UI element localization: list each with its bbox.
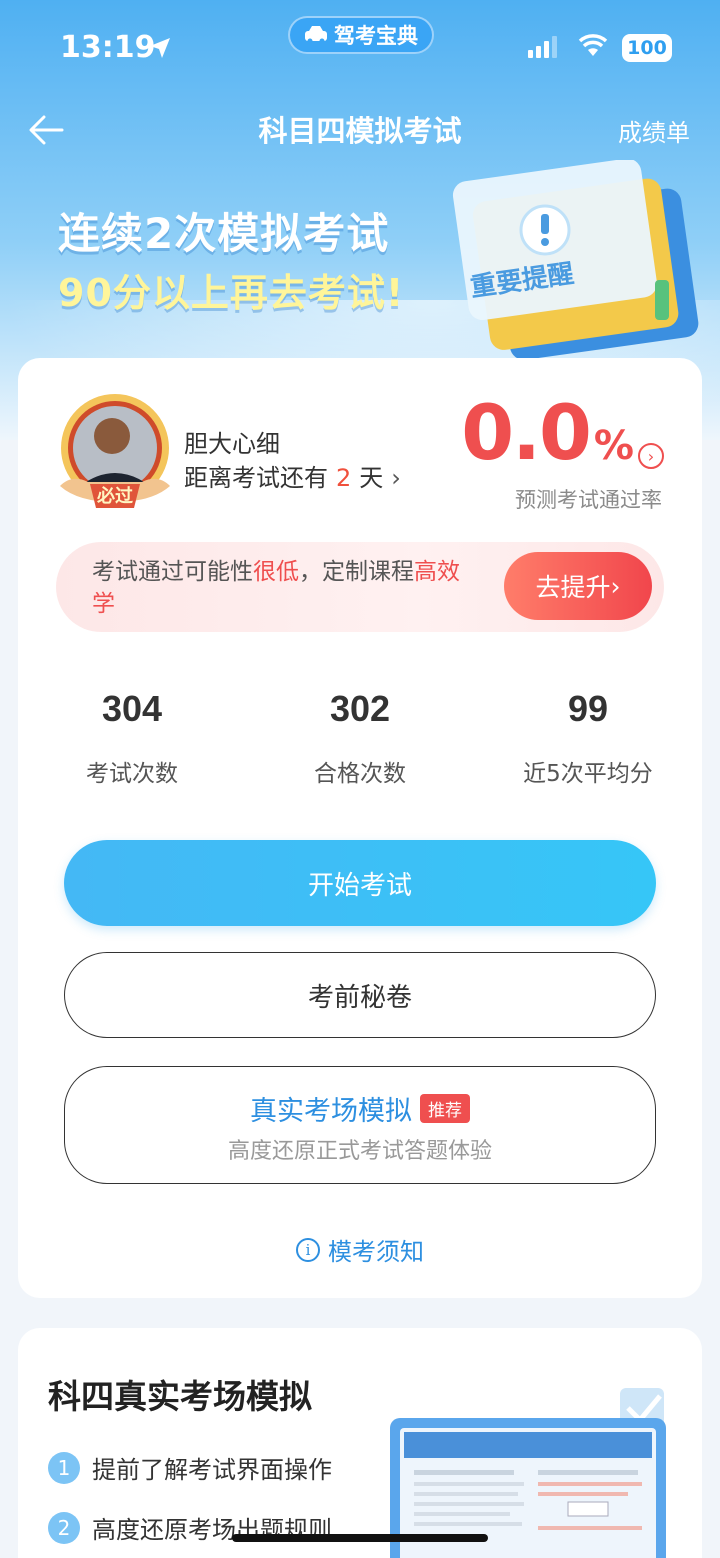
home-indicator — [232, 1534, 488, 1542]
status-bar: 13:19 驾考宝典 100 — [0, 0, 720, 90]
countdown-suffix: 天 — [359, 464, 384, 492]
user-name: 胆大心细 — [184, 430, 280, 458]
stat-item: 99 近5次平均分 — [474, 688, 702, 788]
real-exam-subtitle: 高度还原正式考试答题体验 — [227, 1139, 492, 1164]
real-exam-section[interactable]: 科四真实考场模拟 1 提前了解考试界面操作 2 高度还原考场出题规则 — [18, 1328, 702, 1558]
signal-icon — [528, 36, 557, 58]
real-exam-title: 真实考场模拟 — [250, 1096, 412, 1127]
section-title: 科四真实考场模拟 — [48, 1377, 312, 1416]
pass-rate-label: 预测考试通过率 — [515, 488, 662, 512]
avatar-badge-text: 必过 — [96, 485, 133, 507]
real-exam-sim-button[interactable]: 真实考场模拟 推荐 高度还原正式考试答题体验 — [64, 1066, 656, 1184]
stat-item: 302 合格次数 — [246, 688, 474, 788]
back-arrow-icon[interactable] — [26, 110, 66, 150]
app-name-pill[interactable]: 驾考宝典 — [288, 16, 434, 54]
reminder-book-illustration[interactable]: 重要提醒 — [440, 160, 710, 360]
tip-text: 考试通过可能性很低，定制课程高效学 — [92, 559, 460, 617]
avatar-badge[interactable]: 必过 — [52, 390, 178, 520]
location-arrow-icon — [150, 38, 170, 58]
status-time: 13:19 — [60, 30, 156, 65]
recommend-badge: 推荐 — [420, 1094, 470, 1123]
countdown-days: 2 — [336, 464, 352, 492]
stat-value: 99 — [567, 688, 609, 729]
improvement-tip[interactable]: 考试通过可能性很低，定制课程高效学 去提升 › — [56, 542, 664, 632]
banner-headline: 连续2次模拟考试 — [58, 209, 390, 258]
secret-paper-button[interactable]: 考前秘卷 — [64, 952, 656, 1038]
app-name: 驾考宝典 — [334, 24, 418, 48]
exam-countdown[interactable]: 距离考试还有 2 天 › — [184, 458, 401, 493]
exam-card: 必过 胆大心细 距离考试还有 2 天 › 0.0% › 预测考试通过率 考试通过可能性… — [18, 358, 702, 1298]
improve-button[interactable]: 去提升 › — [504, 552, 652, 620]
feature-number: 1 — [48, 1451, 80, 1484]
wifi-icon — [578, 34, 608, 56]
chevron-right-icon: › — [610, 571, 621, 601]
feature-number: 2 — [48, 1511, 80, 1544]
exam-notice-link[interactable]: i 模考须知 — [18, 1232, 702, 1267]
banner-subheadline: 90分以上再去考试! — [58, 271, 405, 315]
notice-label: 模考须知 — [328, 1238, 424, 1266]
stat-label: 考试次数 — [86, 761, 178, 787]
pass-rate[interactable]: 0.0% — [461, 388, 634, 477]
stat-label: 近5次平均分 — [523, 761, 653, 787]
car-icon — [305, 26, 327, 44]
countdown-prefix: 距离考试还有 — [184, 464, 328, 492]
pass-rate-value: 0.0 — [461, 388, 592, 477]
pass-rate-arrow-icon[interactable]: › — [638, 443, 664, 469]
stat-item: 304 考试次数 — [18, 688, 246, 788]
exam-screen-illustration — [390, 1388, 666, 1558]
exam-stats: 304 考试次数 302 合格次数 99 近5次平均分 — [18, 688, 702, 788]
stat-label: 合格次数 — [314, 761, 406, 787]
battery-indicator: 100 — [622, 34, 672, 62]
score-report-link[interactable]: 成绩单 — [618, 113, 690, 148]
pass-rate-unit: % — [593, 423, 634, 469]
feature-text: 提前了解考试界面操作 — [92, 1456, 332, 1484]
stat-value: 304 — [101, 688, 163, 729]
chevron-right-icon: › — [391, 464, 401, 492]
info-icon: i — [296, 1237, 320, 1262]
stat-value: 302 — [329, 688, 391, 729]
start-exam-button[interactable]: 开始考试 — [64, 840, 656, 926]
feature-item: 1 提前了解考试界面操作 — [48, 1450, 332, 1485]
